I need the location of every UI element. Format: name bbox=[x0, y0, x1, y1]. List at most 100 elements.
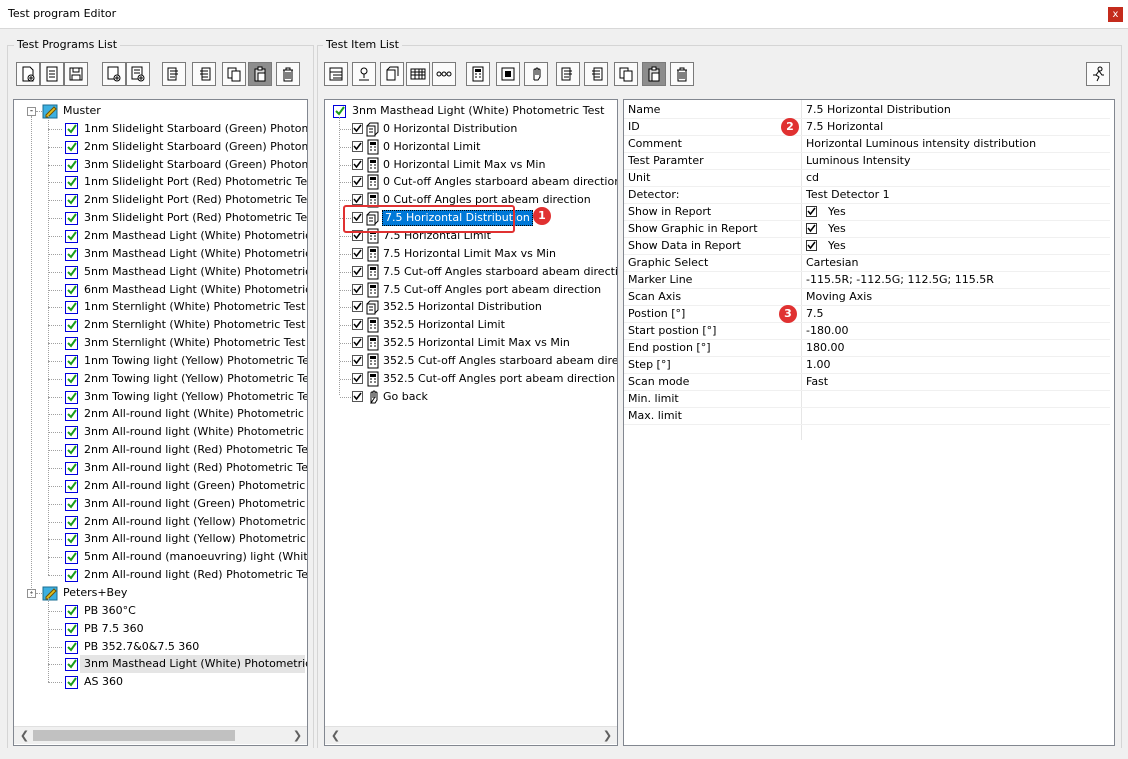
program-item[interactable]: AS 360 bbox=[14, 673, 305, 691]
property-grid[interactable]: Name 7.5 Horizontal Distribution ID 7.5 … bbox=[623, 99, 1115, 746]
program-item[interactable]: 3nm Sternlight (White) Photometric Test bbox=[14, 334, 305, 352]
program-item[interactable]: 3nm Towing light (Yellow) Photometric Te… bbox=[14, 388, 307, 406]
property-checkbox[interactable] bbox=[806, 240, 817, 251]
program-item[interactable]: 2nm All-round light (Red) Photometric Te… bbox=[14, 441, 307, 459]
program-item[interactable]: 2nm All-round light (Yellow) Photometric… bbox=[14, 513, 307, 531]
move-up-button[interactable] bbox=[162, 62, 186, 86]
item-checkbox[interactable] bbox=[352, 140, 363, 152]
test-item-row[interactable]: 0 Cut-off Angles starboard abeam directi… bbox=[325, 173, 617, 191]
program-folder[interactable]: Peters+Bey bbox=[14, 584, 305, 602]
test-item-row[interactable]: 0 Horizontal Distribution bbox=[325, 120, 615, 138]
test-items-tree[interactable]: 3nm Masthead Light (White) Photometric T… bbox=[324, 99, 618, 746]
program-checkbox[interactable] bbox=[65, 301, 78, 315]
save-program-button[interactable] bbox=[64, 62, 88, 86]
item-checkbox[interactable] bbox=[352, 301, 363, 313]
items-scroll-right-icon[interactable]: ❯ bbox=[599, 727, 616, 744]
property-value[interactable]: 7.5 Horizontal bbox=[806, 118, 883, 135]
program-checkbox[interactable] bbox=[65, 212, 78, 226]
property-value[interactable]: -115.5R; -112.5G; 112.5G; 115.5R bbox=[806, 271, 994, 288]
program-checkbox[interactable] bbox=[65, 569, 78, 583]
detector-button[interactable] bbox=[352, 62, 376, 86]
program-item[interactable]: 5nm Masthead Light (White) Photometric T… bbox=[14, 263, 307, 281]
property-row[interactable]: End postion [°] 180.00 bbox=[624, 339, 1110, 357]
item-checkbox[interactable] bbox=[352, 319, 363, 331]
program-item[interactable]: 2nm Sternlight (White) Photometric Test bbox=[14, 316, 305, 334]
test-item-row[interactable]: 352.5 Cut-off Angles starboard abeam dir… bbox=[325, 352, 617, 370]
item-checkbox[interactable] bbox=[352, 176, 363, 188]
program-checkbox[interactable] bbox=[65, 426, 78, 440]
run-button[interactable] bbox=[1086, 62, 1110, 86]
close-button[interactable]: x bbox=[1108, 7, 1123, 22]
test-item-row[interactable]: 352.5 Horizontal Distribution bbox=[325, 298, 615, 316]
property-row[interactable]: Scan mode Fast bbox=[624, 373, 1110, 391]
distribution-button[interactable] bbox=[380, 62, 404, 86]
program-folder[interactable]: Muster bbox=[14, 102, 305, 120]
program-checkbox[interactable] bbox=[65, 372, 78, 386]
program-item[interactable]: 3nm Masthead Light (White) Photometric T… bbox=[65, 655, 307, 674]
program-item[interactable]: PB 7.5 360 bbox=[14, 620, 305, 638]
dots-button[interactable] bbox=[432, 62, 456, 86]
scroll-right-icon[interactable]: ❯ bbox=[289, 727, 306, 744]
program-item[interactable]: 2nm Towing light (Yellow) Photometric Te… bbox=[14, 370, 307, 388]
program-item[interactable]: 2nm Slidelight Port (Red) Photometric Te… bbox=[14, 191, 307, 209]
property-row[interactable]: Comment Horizontal Luminous intensity di… bbox=[624, 135, 1110, 153]
property-row[interactable]: ID 7.5 Horizontal bbox=[624, 118, 1110, 136]
property-value[interactable]: -180.00 bbox=[806, 322, 848, 339]
property-row[interactable]: Detector: Test Detector 1 bbox=[624, 186, 1110, 204]
program-checkbox[interactable] bbox=[65, 158, 78, 172]
item-checkbox[interactable] bbox=[352, 265, 363, 277]
program-properties-button[interactable] bbox=[40, 62, 64, 86]
item-checkbox[interactable] bbox=[352, 158, 363, 170]
property-checkbox[interactable] bbox=[806, 206, 817, 217]
program-item[interactable]: 3nm All-round light (White) Photometric … bbox=[14, 423, 307, 441]
program-item[interactable]: 1nm Towing light (Yellow) Photometric Te… bbox=[14, 352, 307, 370]
program-item[interactable]: 3nm Slidelight Starboard (Green) Photome… bbox=[14, 156, 307, 174]
item-checkbox[interactable] bbox=[352, 390, 363, 402]
program-checkbox[interactable] bbox=[65, 444, 78, 458]
test-item-row[interactable]: 7.5 Cut-off Angles starboard abeam direc… bbox=[325, 263, 617, 281]
program-checkbox[interactable] bbox=[65, 122, 78, 136]
test-item-row[interactable]: 7.5 Horizontal Limit Max vs Min bbox=[325, 245, 615, 263]
scroll-thumb[interactable] bbox=[33, 730, 235, 741]
property-value[interactable]: Fast bbox=[806, 373, 828, 390]
items-scroll-left-icon[interactable]: ❮ bbox=[327, 727, 344, 744]
program-checkbox[interactable] bbox=[65, 176, 78, 190]
program-item[interactable]: 2nm All-round light (Red) Photometric Te… bbox=[14, 566, 307, 584]
property-row[interactable]: Start postion [°] -180.00 bbox=[624, 322, 1110, 340]
item-checkbox[interactable] bbox=[352, 283, 363, 295]
property-value[interactable]: 1.00 bbox=[806, 356, 831, 373]
program-checkbox[interactable] bbox=[65, 622, 78, 636]
program-checkbox[interactable] bbox=[65, 229, 78, 243]
program-checkbox[interactable] bbox=[65, 140, 78, 154]
item-move-down-button[interactable] bbox=[584, 62, 608, 86]
program-checkbox[interactable] bbox=[65, 676, 78, 690]
property-value[interactable]: 7.5 Horizontal Distribution bbox=[806, 101, 951, 118]
items-horizontal-scrollbar[interactable]: ❮ ❯ bbox=[325, 726, 617, 744]
program-checkbox[interactable] bbox=[65, 479, 78, 493]
item-copy-button[interactable] bbox=[614, 62, 638, 86]
test-item-row[interactable]: 352.5 Horizontal Limit Max vs Min bbox=[325, 334, 615, 352]
property-value[interactable]: Horizontal Luminous intensity distributi… bbox=[806, 135, 1036, 152]
item-checkbox[interactable] bbox=[352, 194, 363, 206]
program-checkbox[interactable] bbox=[65, 319, 78, 333]
program-checkbox[interactable] bbox=[65, 337, 78, 351]
property-row[interactable]: Unit cd bbox=[624, 169, 1110, 187]
property-value[interactable]: Moving Axis bbox=[806, 288, 872, 305]
target-button[interactable] bbox=[496, 62, 520, 86]
item-delete-button[interactable] bbox=[670, 62, 694, 86]
test-item-row[interactable]: 352.5 Cut-off Angles port abeam directio… bbox=[325, 370, 615, 388]
property-row[interactable]: Test Paramter Luminous Intensity bbox=[624, 152, 1110, 170]
item-list-button[interactable] bbox=[324, 62, 348, 86]
go-back-button[interactable] bbox=[524, 62, 548, 86]
property-value[interactable]: cd bbox=[806, 169, 819, 186]
program-item[interactable]: 1nm Slidelight Port (Red) Photometric Te… bbox=[14, 173, 307, 191]
copy-program-button[interactable] bbox=[222, 62, 246, 86]
move-down-button[interactable] bbox=[192, 62, 216, 86]
property-row[interactable]: Marker Line -115.5R; -112.5G; 112.5G; 11… bbox=[624, 271, 1110, 289]
items-root-row[interactable]: 3nm Masthead Light (White) Photometric T… bbox=[325, 102, 615, 120]
property-row[interactable]: Show in Report Yes bbox=[624, 203, 1110, 221]
program-checkbox[interactable] bbox=[65, 462, 78, 475]
program-checkbox[interactable] bbox=[65, 640, 78, 654]
program-item[interactable]: 3nm All-round light (Green) Photometric … bbox=[14, 495, 307, 513]
test-item-row[interactable]: 0 Horizontal Limit Max vs Min bbox=[325, 156, 615, 174]
